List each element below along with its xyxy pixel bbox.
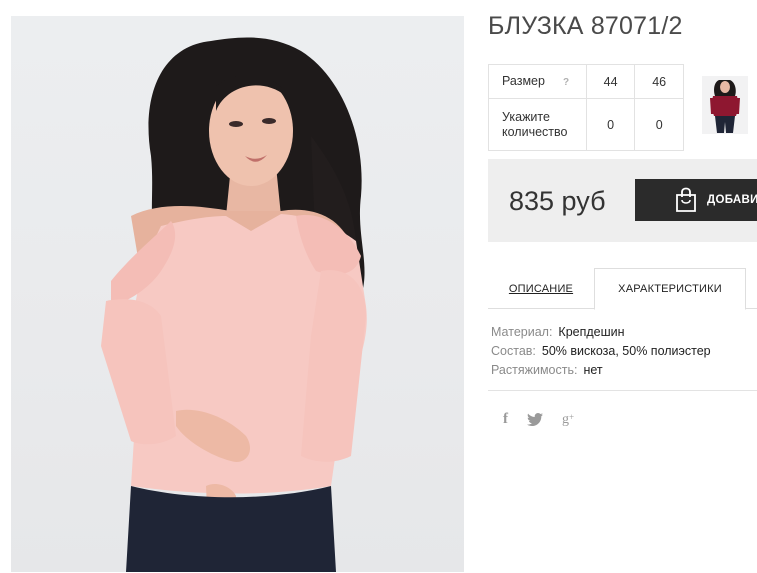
- spec-key: Растяжимость:: [491, 363, 578, 377]
- spec-value: Крепдешин: [558, 325, 625, 339]
- size-row: Размер? 44 46: [488, 64, 684, 99]
- shopping-bag-icon: [674, 187, 698, 213]
- facebook-icon[interactable]: f: [503, 411, 508, 428]
- price-box: 835 руб ДОБАВИТЬ: [488, 159, 757, 242]
- price-value: 835 руб: [509, 186, 606, 216]
- help-icon[interactable]: ?: [563, 77, 569, 88]
- size-46: 46: [634, 64, 684, 99]
- product-photo: [11, 16, 464, 572]
- spec-key: Материал:: [491, 325, 553, 339]
- add-to-cart-button[interactable]: ДОБАВИТЬ: [635, 179, 757, 221]
- product-thumbnail[interactable]: [702, 76, 748, 134]
- social-share: f g +: [503, 411, 593, 428]
- spec-value: нет: [583, 363, 603, 377]
- googleplus-icon[interactable]: g +: [562, 412, 574, 428]
- size-quantity-table: Размер? 44 46 Укажите количество 0 0: [488, 64, 684, 151]
- twitter-icon[interactable]: [527, 413, 543, 426]
- spec-value: 50% вискоза, 50% полиэстер: [541, 344, 711, 358]
- divider: [488, 390, 757, 391]
- characteristics-list: Материал: Крепдешин Состав: 50% вискоза, 5…: [491, 323, 711, 380]
- spec-key: Состав:: [491, 344, 536, 358]
- quantity-input-44[interactable]: 0: [585, 98, 636, 151]
- add-to-cart-label: ДОБАВИТЬ: [707, 194, 757, 206]
- quantity-label: Укажите количество: [488, 98, 587, 151]
- tab-description[interactable]: ОПИСАНИЕ: [488, 268, 594, 309]
- size-label-cell: Размер?: [488, 64, 587, 99]
- spec-row-stretch: Растяжимость: нет: [491, 361, 711, 380]
- googleplus-letter: g: [562, 411, 569, 427]
- product-title: БЛУЗКА 87071/2: [488, 12, 683, 40]
- size-44: 44: [585, 64, 636, 99]
- googleplus-plus: +: [569, 411, 575, 422]
- size-label: Размер: [502, 73, 545, 88]
- product-tabs: ОПИСАНИЕ ХАРАКТЕРИСТИКИ: [488, 268, 757, 310]
- spec-row-material: Материал: Крепдешин: [491, 323, 711, 342]
- quantity-input-46[interactable]: 0: [634, 98, 684, 151]
- quantity-row: Укажите количество 0 0: [488, 98, 684, 151]
- tab-characteristics[interactable]: ХАРАКТЕРИСТИКИ: [594, 268, 746, 310]
- product-thumbnail-red-blouse-icon: [710, 80, 740, 133]
- product-photo-blouse-icon: [101, 37, 367, 572]
- spec-row-composition: Состав: 50% вискоза, 50% полиэстер: [491, 342, 711, 361]
